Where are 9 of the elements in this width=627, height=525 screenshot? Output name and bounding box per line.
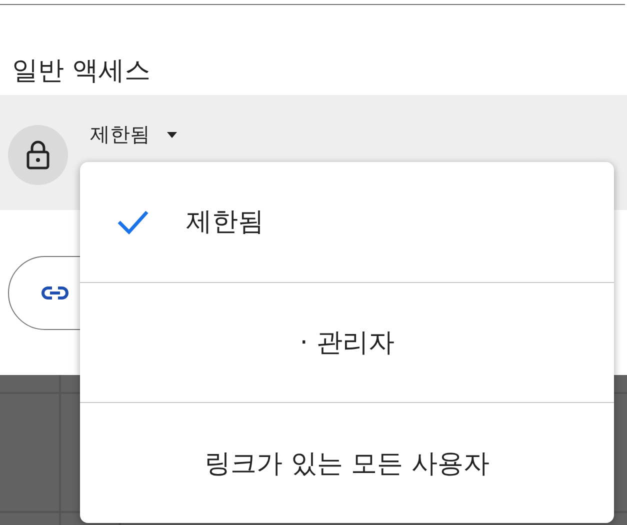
check-icon (116, 208, 150, 235)
lock-icon (8, 125, 68, 185)
link-icon (41, 285, 69, 301)
access-dropdown[interactable]: 제한됨 (90, 121, 178, 148)
menu-item[interactable]: 링크가 있는 모든 사용자 (80, 402, 614, 523)
section-title: 일반 액세스 (11, 55, 152, 88)
menu-item[interactable]: · 관리자 (80, 282, 614, 402)
menu-item[interactable]: 제한됨 (80, 162, 614, 282)
caret-icon (166, 130, 178, 138)
